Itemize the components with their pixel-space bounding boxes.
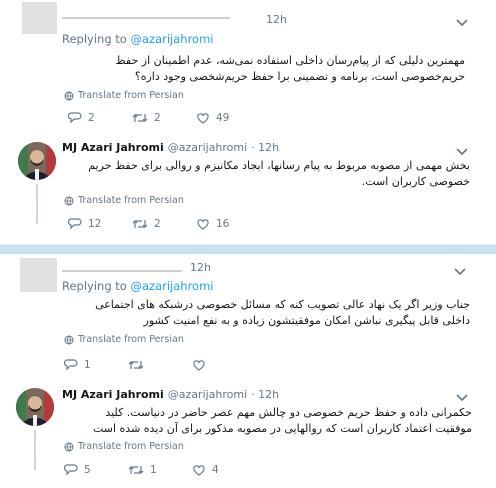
reply-count: 5 <box>84 464 91 476</box>
thread-line <box>36 184 38 224</box>
avatar[interactable] <box>16 388 54 426</box>
replying-to-handle-link[interactable]: @azarijahromi <box>131 279 214 293</box>
retweet-count: 2 <box>154 218 161 230</box>
tweet-text-line: جناب وزیر اگر یک نهاد عالی تصویب کنه که … <box>95 298 470 311</box>
tweet-text-line: مهمترین دلیلی که از پیام‌رسان داخلی استف… <box>115 54 465 67</box>
retweet-button[interactable]: 2 <box>132 218 196 230</box>
globe-icon <box>64 335 74 345</box>
reply-icon <box>68 218 82 230</box>
redacted-avatar <box>22 2 57 34</box>
translate-label: Translate from Persian <box>78 334 184 345</box>
tweet-timestamp[interactable]: 12h <box>190 261 211 274</box>
redacted-username <box>62 270 182 272</box>
tweet-actions: 2 2 49 <box>68 112 260 124</box>
translate-link[interactable]: Translate from Persian <box>64 90 184 101</box>
translate-link[interactable]: Translate from Persian <box>64 441 184 452</box>
retweet-icon <box>128 359 144 371</box>
author-name[interactable]: MJ Azari Jahromi <box>62 141 164 154</box>
like-count: 4 <box>212 464 219 476</box>
globe-icon <box>64 442 74 452</box>
chevron-down-icon[interactable] <box>455 17 469 27</box>
thread-separator <box>0 245 496 254</box>
tweet-timestamp[interactable]: 12h <box>266 13 287 26</box>
replying-to-label: Replying to <box>62 279 131 293</box>
author-handle[interactable]: @azarijahromi <box>168 141 247 154</box>
reply-icon <box>64 359 78 371</box>
tweet-timestamp[interactable]: · 12h <box>251 388 279 401</box>
reply-button[interactable]: 1 <box>64 359 128 371</box>
tweet-text: جناب وزیر اگر یک نهاد عالی تصویب کنه که … <box>62 297 470 329</box>
replying-to-handle-link[interactable]: @azarijahromi <box>131 32 214 46</box>
tweet-text-line: داخلی قابل پیگیری نباشن امکان موفقیتشون … <box>143 314 470 327</box>
like-count: 49 <box>216 112 230 124</box>
redacted-avatar <box>20 258 57 292</box>
tweet-actions: 5 1 4 <box>64 464 256 476</box>
translate-link[interactable]: Translate from Persian <box>64 334 184 345</box>
translate-label: Translate from Persian <box>78 195 184 206</box>
translate-label: Translate from Persian <box>78 90 184 101</box>
translate-link[interactable]: Translate from Persian <box>64 195 184 206</box>
retweet-button[interactable]: 1 <box>128 464 192 476</box>
like-button[interactable]: 16 <box>196 218 260 230</box>
author[interactable]: MJ Azari Jahromi @azarijahromi · 12h <box>62 141 279 154</box>
retweet-icon <box>128 464 144 476</box>
reply-count: 12 <box>88 218 102 230</box>
chevron-down-icon[interactable] <box>455 392 469 402</box>
author-name[interactable]: MJ Azari Jahromi <box>62 388 164 401</box>
tweet-text-line: حکمرانی داده و حفظ حریم خصوصی دو چالش مه… <box>105 406 472 419</box>
reply-count: 1 <box>84 359 91 371</box>
chevron-down-icon[interactable] <box>453 266 467 276</box>
translate-label: Translate from Persian <box>78 441 184 452</box>
like-button[interactable] <box>192 359 256 371</box>
replying-to-label: Replying to <box>62 32 131 46</box>
reply-button[interactable]: 2 <box>68 112 132 124</box>
like-icon <box>196 218 210 230</box>
chevron-down-icon[interactable] <box>455 146 469 156</box>
like-button[interactable]: 4 <box>192 464 256 476</box>
reply-button[interactable]: 5 <box>64 464 128 476</box>
tweet-text-line: موفقیت اعتماد کاربران است که روالهایی در… <box>92 422 472 435</box>
like-icon <box>192 359 206 371</box>
like-icon <box>192 464 206 476</box>
tweet-card-1: 12h Replying to @azarijahromi مهمترین دل… <box>0 0 496 245</box>
tweet-text: مهمترین دلیلی که از پیام‌رسان داخلی استف… <box>62 53 465 85</box>
author[interactable]: MJ Azari Jahromi @azarijahromi · 12h <box>62 388 279 401</box>
globe-icon <box>64 196 74 206</box>
tweet-text: بخش مهمی از مصوبه مربوط به پیام رسانها، … <box>62 158 470 190</box>
globe-icon <box>64 91 74 101</box>
retweet-button[interactable] <box>128 359 192 371</box>
redacted-username <box>62 17 230 19</box>
tweet-actions: 1 <box>64 359 256 371</box>
reply-icon <box>64 464 78 476</box>
author-handle[interactable]: @azarijahromi <box>168 388 247 401</box>
retweet-icon <box>132 112 148 124</box>
replying-to: Replying to @azarijahromi <box>62 279 214 293</box>
like-button[interactable]: 49 <box>196 112 260 124</box>
like-icon <box>196 112 210 124</box>
tweet-timestamp[interactable]: · 12h <box>251 141 279 154</box>
tweet-actions: 12 2 16 <box>68 218 260 230</box>
retweet-count: 1 <box>150 464 157 476</box>
retweet-button[interactable]: 2 <box>132 112 196 124</box>
tweet-text-line: حریم‌خصوصی است، برنامه و تضمینی برا حفظ … <box>134 70 465 83</box>
tweet-card-2: 12h Replying to @azarijahromi جناب وزیر … <box>0 254 496 488</box>
tweet-text-line: خصوصی کاربران است. <box>361 175 470 188</box>
avatar[interactable] <box>18 142 56 180</box>
tweet-text-line: بخش مهمی از مصوبه مربوط به پیام رسانها، … <box>88 159 470 172</box>
like-count: 16 <box>216 218 230 230</box>
retweet-icon <box>132 218 148 230</box>
tweet-text: حکمرانی داده و حفظ حریم خصوصی دو چالش مه… <box>62 405 472 437</box>
replying-to: Replying to @azarijahromi <box>62 32 214 46</box>
reply-icon <box>68 112 82 124</box>
reply-count: 2 <box>88 112 95 124</box>
retweet-count: 2 <box>154 112 161 124</box>
reply-button[interactable]: 12 <box>68 218 132 230</box>
thread-line <box>34 430 36 470</box>
